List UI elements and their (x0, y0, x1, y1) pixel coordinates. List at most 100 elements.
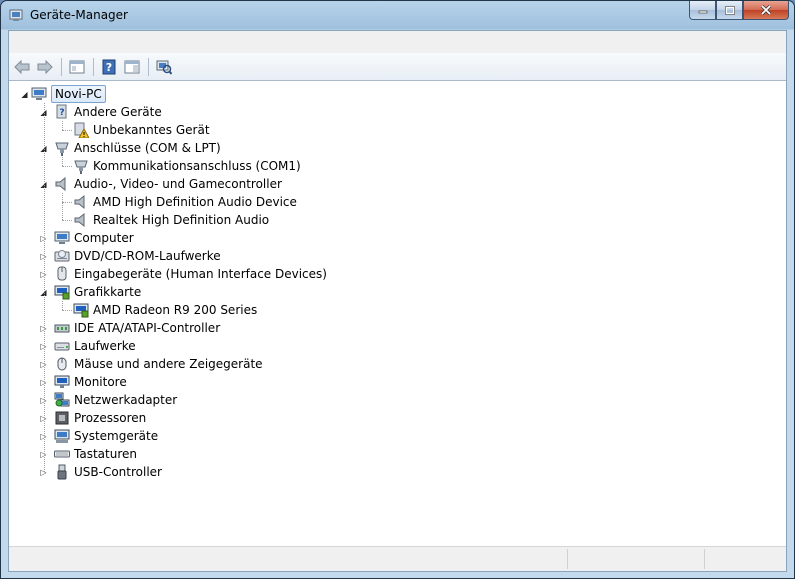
show-hide-console-tree-button[interactable] (67, 57, 87, 77)
keyboard-icon (54, 450, 70, 458)
tree-item-label: AMD High Definition Audio Device (93, 195, 297, 209)
status-bar (9, 546, 786, 571)
back-arrow-icon (14, 59, 30, 74)
network-adapter-icon (54, 392, 70, 407)
action-pane-icon (124, 60, 140, 73)
status-divider (704, 549, 705, 569)
toolbar-separator (148, 57, 149, 76)
tree-item-dvd-cd-rom-laufwerke[interactable]: ▷ DVD/CD-ROM-Laufwerke (9, 247, 769, 265)
tree-item-label: DVD/CD-ROM-Laufwerke (74, 249, 221, 263)
tree-item-label: Systemgeräte (74, 429, 159, 443)
root-expander[interactable]: ◢ (20, 90, 29, 99)
tree-item-amd-radeon-r9-200-series[interactable]: AMD Radeon R9 200 Series (9, 301, 769, 319)
tree-item-label: Audio-, Video- und Gamecontroller (74, 177, 282, 191)
disk-drive-icon (54, 342, 70, 351)
tree-item-netzwerkadapter[interactable]: ▷ Netzwerkadapter (9, 391, 769, 409)
close-icon (760, 5, 772, 15)
tree-item-label: Andere Geräte (74, 105, 162, 119)
toolbar-separator (93, 57, 94, 76)
menu-bar (9, 31, 786, 54)
tree-item-amd-high-definition-audio-device[interactable]: AMD High Definition Audio Device (9, 193, 769, 211)
tree-item-m-use-und-andere-zeigeger-te[interactable]: ▷ Mäuse und andere Zeigegeräte (9, 355, 769, 373)
tree-item-label: Laufwerke (74, 339, 136, 353)
maximize-icon (724, 5, 735, 15)
window-title: Geräte-Manager (30, 8, 128, 22)
port-connector-icon (74, 160, 88, 174)
client-area: ? ◢ Novi-PC ◢? Andere Geräte Unbekanntes Ger… (8, 30, 787, 572)
tree-item-monitore[interactable]: ▷ Monitore (9, 373, 769, 391)
tree-item-unbekanntes-ger-t[interactable]: Unbekanntes Gerät (9, 121, 769, 139)
tree-item-andere-ger-te[interactable]: ◢? Andere Geräte (9, 103, 769, 121)
display-adapter-icon (73, 303, 89, 318)
maximize-button[interactable] (716, 1, 743, 20)
computer-icon (31, 87, 47, 100)
tree-item-label: Netzwerkadapter (74, 393, 178, 407)
back-button[interactable] (12, 57, 32, 77)
close-button[interactable] (743, 1, 789, 20)
help-icon: ? (102, 59, 116, 74)
tree-item-root[interactable]: ◢ Novi-PC (9, 85, 769, 103)
processor-icon (55, 411, 69, 425)
tree-item-label: Anschlüsse (COM & LPT) (74, 141, 221, 155)
tree-item-eingabeger-te-human-interface-devices[interactable]: ▷ Eingabegeräte (Human Interface Devices) (9, 265, 769, 283)
scan-hardware-icon (156, 60, 172, 75)
tree-item-label: Tastaturen (74, 447, 137, 461)
computer-icon (54, 231, 70, 244)
dvd-drive-icon (54, 250, 70, 262)
status-divider (567, 549, 568, 569)
device-manager-window: Geräte-Manager ? ◢ Novi-PC ◢ ? Andere Ge… (0, 0, 795, 579)
tree-item-grafikkarte[interactable]: ◢ Grafikkarte (9, 283, 769, 301)
tree-item-label: Grafikkarte (74, 285, 142, 299)
tree-item-label: AMD Radeon R9 200 Series (93, 303, 258, 317)
show-hide-console-tree-icon (69, 60, 85, 73)
tree-item-kommunikationsanschluss-com1[interactable]: Kommunikationsanschluss (COM1) (9, 157, 769, 175)
tree-item-prozessoren[interactable]: ▷ Prozessoren (9, 409, 769, 427)
tree-connector (62, 193, 63, 220)
minimize-button[interactable] (689, 1, 716, 20)
device-tree: ◢ Novi-PC ◢? Andere Geräte Unbekanntes Gerät… (9, 82, 786, 548)
tree-item-label: Novi-PC (51, 85, 106, 103)
tree-item-anschl-sse-com-lpt[interactable]: ◢ Anschlüsse (COM & LPT) (9, 139, 769, 157)
unknown-device-warning-icon (74, 122, 89, 138)
usb-controller-icon (57, 464, 67, 480)
tree-item-label: Mäuse und andere Zeigegeräte (74, 357, 263, 371)
tree-item-ide-ata-atapi-controller[interactable]: ▷ IDE ATA/ATAPI-Controller (9, 319, 769, 337)
tree-item-label: Computer (74, 231, 134, 245)
display-adapter-icon (54, 285, 70, 300)
toolbar: ? (9, 53, 786, 81)
forward-arrow-icon (37, 59, 53, 74)
device-manager-icon (9, 9, 23, 21)
tree-connector (62, 301, 63, 310)
tree-item-realtek-high-definition-audio[interactable]: Realtek High Definition Audio (9, 211, 769, 229)
help-button[interactable]: ? (99, 57, 119, 77)
speaker-icon (55, 176, 66, 192)
tree-item-label: Kommunikationsanschluss (COM1) (93, 159, 301, 173)
minimize-icon (698, 10, 707, 14)
tree-item-systemger-te[interactable]: ▷ Systemgeräte (9, 427, 769, 445)
speaker-icon (74, 212, 85, 228)
tree-item-usb-controller[interactable]: ▷ USB-Controller (9, 463, 769, 481)
tree-item-label: Realtek High Definition Audio (93, 213, 270, 227)
tree-item-label: USB-Controller (74, 465, 162, 479)
unknown-device-icon: ? (56, 104, 67, 119)
ide-controller-icon (54, 324, 70, 333)
forward-button[interactable] (35, 57, 55, 77)
svg-text:?: ? (59, 108, 64, 118)
tree-item-tastaturen[interactable]: ▷ Tastaturen (9, 445, 769, 463)
port-connector-icon (55, 142, 69, 156)
tree-item-laufwerke[interactable]: ▷ Laufwerke (9, 337, 769, 355)
scan-hardware-button[interactable] (154, 57, 174, 77)
tree-connector (62, 157, 63, 166)
monitor-icon (54, 375, 70, 388)
action-pane-button[interactable] (122, 57, 142, 77)
tree-connector (62, 121, 63, 130)
title-bar[interactable]: Geräte-Manager (1, 1, 794, 30)
tree-item-audio-video-und-gamecontroller[interactable]: ◢ Audio-, Video- und Gamecontroller (9, 175, 769, 193)
mouse-icon (57, 357, 67, 371)
tree-connector (44, 103, 45, 472)
svg-text:?: ? (106, 61, 112, 74)
tree-item-label: Monitore (74, 375, 127, 389)
hid-device-icon (57, 266, 67, 281)
tree-item-label: Unbekanntes Gerät (93, 123, 210, 137)
tree-item-computer[interactable]: ▷ Computer (9, 229, 769, 247)
